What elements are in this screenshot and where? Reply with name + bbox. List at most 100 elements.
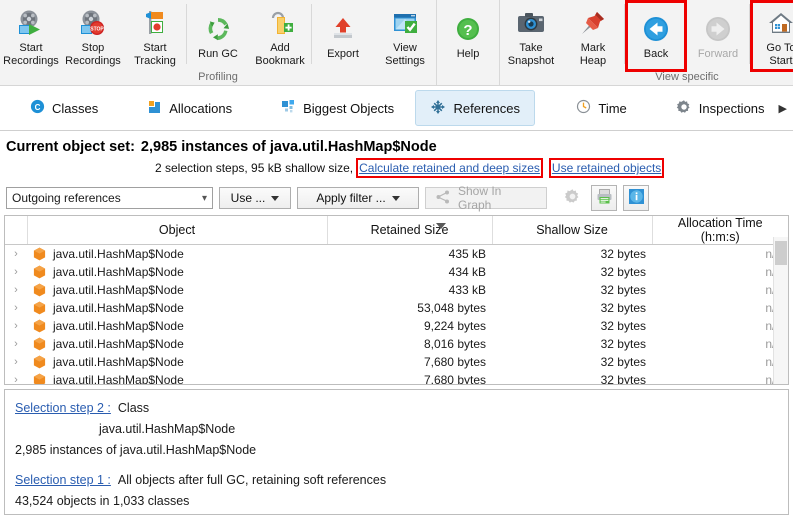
instance-hexagon-icon xyxy=(33,301,46,315)
toolbar-button-go-to-start[interactable]: Go To Start xyxy=(750,0,793,72)
toolbar-label-line1: Export xyxy=(327,48,359,60)
toolbar-button-help[interactable]: ? Help xyxy=(437,0,499,72)
column-header-expander[interactable] xyxy=(5,216,28,245)
tab-classes[interactable]: C Classes xyxy=(16,91,112,125)
column-header-allocation-time[interactable]: Allocation Time (h:m:s) xyxy=(652,216,788,245)
instance-hexagon-icon xyxy=(33,337,46,351)
toolbar-button-start-tracking[interactable]: Start Tracking xyxy=(124,0,186,72)
row-object-label: java.util.HashMap$Node xyxy=(53,300,184,315)
biggest-objects-icon xyxy=(281,99,296,117)
selection-step-2-row: Selection step 2 : Class xyxy=(15,398,778,419)
toolbar-label-line1: Go To xyxy=(766,42,793,54)
row-expander[interactable]: › xyxy=(5,335,27,353)
toolbar-label-line1: Stop xyxy=(81,42,105,54)
column-header-shallow-size[interactable]: Shallow Size xyxy=(492,216,653,245)
row-allocation-time: n/a xyxy=(652,317,788,335)
toolbar-button-take-snapshot[interactable]: Take Snapshot xyxy=(500,0,562,72)
tab-time[interactable]: Time xyxy=(562,91,640,125)
selection-step-1-text: All objects after full GC, retaining sof… xyxy=(117,473,387,487)
column-header-retained-size[interactable]: Retained Size xyxy=(327,216,493,245)
toolbar-label-line1: Back xyxy=(643,48,669,60)
tracking-flag-icon xyxy=(140,6,170,40)
row-expander[interactable]: › xyxy=(5,317,27,335)
green-question-icon: ? xyxy=(455,12,481,46)
tab-biggest-objects[interactable]: Biggest Objects xyxy=(267,91,408,125)
selection-step-2-link[interactable]: Selection step 2 : xyxy=(15,398,111,419)
export-up-arrow-icon xyxy=(329,12,357,46)
tab-inspections[interactable]: Inspections xyxy=(662,91,779,125)
export-view-button[interactable] xyxy=(591,185,617,211)
apply-filter-button[interactable]: Apply filter ... xyxy=(297,187,419,209)
tab-overflow-arrow[interactable]: ▶ xyxy=(779,102,787,115)
instance-hexagon-icon xyxy=(33,265,46,279)
selection-step-2-instances-row: 2,985 instances of java.util.HashMap$Nod… xyxy=(15,440,778,461)
tab-label: Allocations xyxy=(169,100,233,116)
row-object-label: java.util.HashMap$Node xyxy=(53,372,184,385)
object-set-label: Current object set: xyxy=(6,139,135,155)
row-object-label: java.util.HashMap$Node xyxy=(53,264,184,279)
selection-steps-panel: Selection step 2 : Class java.util.HashM… xyxy=(4,389,789,515)
table-row[interactable]: › java.util.HashMap$Node 9,224 bytes 32 … xyxy=(5,317,788,335)
row-allocation-time: n/a xyxy=(652,299,788,317)
settings-gear-button xyxy=(559,185,585,211)
table-row[interactable]: › java.util.HashMap$Node 434 kB 32 bytes… xyxy=(5,263,788,281)
row-expander[interactable]: › xyxy=(5,299,27,317)
use-retained-objects-link[interactable]: Use retained objects xyxy=(552,161,661,175)
toolbar-label-line1: Forward xyxy=(697,48,739,60)
info-button[interactable] xyxy=(623,185,649,211)
toolbar-group-view-specific: Take Snapshot Mark Heap Back Forward Go … xyxy=(499,0,793,85)
use-button[interactable]: Use ... xyxy=(219,187,291,209)
selection-step-1-link[interactable]: Selection step 1 : xyxy=(15,470,111,491)
table-row[interactable]: › java.util.HashMap$Node 433 kB 32 bytes… xyxy=(5,281,788,299)
toolbar-label-line2: Snapshot xyxy=(507,54,555,67)
svg-text:C: C xyxy=(35,103,41,112)
toolbar-label-line1: Mark xyxy=(580,42,606,54)
references-icon xyxy=(430,99,446,118)
toolbar-label-line1: Start xyxy=(143,42,167,54)
toolbar-button-export[interactable]: Export xyxy=(312,0,374,72)
table-vertical-scrollbar[interactable] xyxy=(773,237,788,384)
row-object-cell: java.util.HashMap$Node xyxy=(27,317,327,335)
clock-icon xyxy=(576,99,591,117)
view-tab-bar: C Classes Allocations Biggest Objects Re… xyxy=(0,86,793,131)
calculate-retained-and-deep-sizes-link[interactable]: Calculate retained and deep sizes xyxy=(359,161,540,175)
row-object-cell: java.util.HashMap$Node xyxy=(27,263,327,281)
table-row[interactable]: › java.util.HashMap$Node 53,048 bytes 32… xyxy=(5,299,788,317)
toolbar-button-add-bookmark[interactable]: Add Bookmark xyxy=(249,0,311,72)
row-retained-size: 434 kB xyxy=(448,264,486,279)
toolbar-button-back[interactable]: Back xyxy=(625,0,687,72)
toolbar-group-label-profiling: Profiling xyxy=(198,71,238,83)
row-shallow-size: 32 bytes xyxy=(600,300,646,315)
row-expander[interactable]: › xyxy=(5,263,27,281)
reference-direction-value: Outgoing references xyxy=(12,191,121,205)
row-expander[interactable]: › xyxy=(5,245,27,263)
toolbar-button-run-gc[interactable]: Run GC xyxy=(187,0,249,72)
column-header-object[interactable]: Object xyxy=(27,216,328,245)
row-retained-size: 9,224 bytes xyxy=(423,318,486,333)
recycle-icon xyxy=(204,12,232,46)
row-expander[interactable]: › xyxy=(5,353,27,371)
tab-label: Classes xyxy=(52,100,99,116)
tab-references[interactable]: References xyxy=(415,90,535,126)
toolbar-label-line2: Start xyxy=(769,54,793,67)
toolbar-button-mark-heap[interactable]: Mark Heap xyxy=(562,0,624,72)
references-table: Object Retained Size Shallow Size Alloca… xyxy=(4,215,789,385)
tab-allocations[interactable]: Allocations xyxy=(133,91,246,125)
row-object-cell: java.util.HashMap$Node xyxy=(27,353,327,371)
apply-filter-button-label: Apply filter ... xyxy=(316,191,386,205)
table-row[interactable]: › java.util.HashMap$Node 7,680 bytes 32 … xyxy=(5,353,788,371)
table-row[interactable]: › java.util.HashMap$Node 8,016 bytes 32 … xyxy=(5,335,788,353)
toolbar-button-stop-recordings[interactable]: STOP Stop Recordings xyxy=(62,0,124,72)
scrollbar-thumb[interactable] xyxy=(775,241,787,265)
row-allocation-time: n/a xyxy=(652,353,788,371)
row-retained-size: 8,016 bytes xyxy=(423,336,486,351)
table-row[interactable]: › java.util.HashMap$Node 7,680 bytes 32 … xyxy=(5,371,788,385)
toolbar-button-view-settings[interactable]: View Settings xyxy=(374,0,436,72)
toolbar-label-line2: Heap xyxy=(579,54,607,67)
reference-direction-select[interactable]: Outgoing references ▾ xyxy=(6,187,213,209)
row-shallow-size: 32 bytes xyxy=(600,354,646,369)
table-row[interactable]: › java.util.HashMap$Node 435 kB 32 bytes… xyxy=(5,245,788,263)
row-expander[interactable]: › xyxy=(5,371,27,385)
row-expander[interactable]: › xyxy=(5,281,27,299)
toolbar-button-start-recordings[interactable]: Start Recordings xyxy=(0,0,62,72)
